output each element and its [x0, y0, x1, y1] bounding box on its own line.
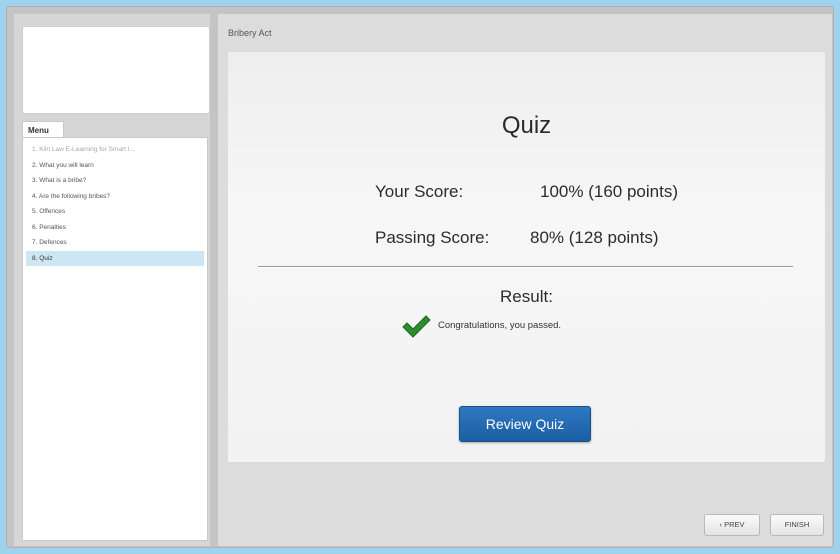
menu-item-what-you-will-learn[interactable]: 2. What you will learn — [26, 158, 204, 174]
review-quiz-button[interactable]: Review Quiz — [459, 406, 591, 442]
menu-item-what-is-a-bribe[interactable]: 3. What is a bribe? — [26, 173, 204, 189]
menu-panel: 1. Kiln Law E-Learning for Smart I... 2.… — [22, 137, 208, 541]
menu-item-are-the-following-bribes[interactable]: 4. Are the following bribes? — [26, 189, 204, 205]
result-message: Congratulations, you passed. — [438, 320, 562, 331]
passing-score-value: 80% (128 points) — [530, 228, 659, 247]
prev-button[interactable]: ‹ PREV — [704, 514, 760, 536]
menu-item-intro[interactable]: 1. Kiln Law E-Learning for Smart I... — [26, 142, 204, 158]
your-score-label: Your Score: — [375, 182, 464, 201]
menu-item-penalties[interactable]: 6. Penalties — [26, 220, 204, 236]
menu-tab[interactable]: Menu — [22, 121, 64, 138]
result-label: Result: — [500, 287, 553, 306]
check-icon — [402, 315, 431, 338]
menu-item-defences[interactable]: 7. Defences — [26, 235, 204, 251]
course-title: Bribery Act — [228, 28, 272, 38]
page-title: Quiz — [501, 112, 552, 139]
passing-score-label: Passing Score: — [375, 228, 490, 247]
menu-item-offences[interactable]: 5. Offences — [26, 204, 204, 220]
logo-area — [22, 26, 210, 114]
finish-button[interactable]: FINISH — [770, 514, 824, 536]
menu-item-quiz[interactable]: 8. Quiz — [26, 250, 204, 266]
your-score-value: 100% (160 points) — [540, 182, 678, 201]
divider — [258, 266, 793, 267]
